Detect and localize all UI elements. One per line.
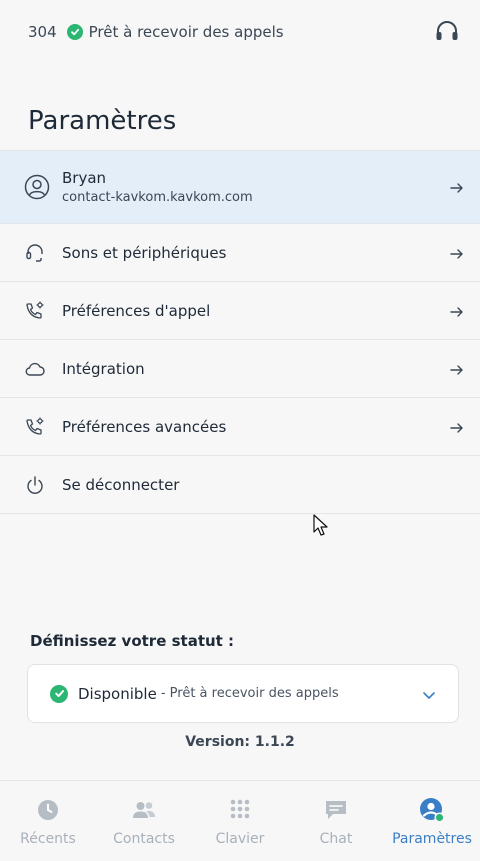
menu-item-label: Préférences avancées <box>62 417 227 436</box>
cloud-icon <box>24 358 46 380</box>
menu-item-label: Intégration <box>62 359 145 378</box>
top-bar: 304 Prêt à recevoir des appels <box>0 0 480 64</box>
keypad-icon <box>227 797 253 823</box>
page-title: Paramètres <box>28 106 177 136</box>
tab-keypad[interactable]: Clavier <box>192 781 288 861</box>
bottom-tab-bar: Récents Contacts Clavier Chat Paramètres <box>0 780 480 861</box>
power-icon <box>24 474 46 496</box>
check-circle-icon <box>50 684 68 703</box>
tab-label: Chat <box>319 831 353 847</box>
arrow-right-icon <box>450 420 464 434</box>
settings-user-icon <box>419 797 445 823</box>
status-heading: Définissez votre statut : <box>30 632 235 650</box>
tab-label: Paramètres <box>392 831 472 847</box>
menu-item-label: Préférences d'appel <box>62 301 211 320</box>
tab-label: Clavier <box>215 831 265 847</box>
profile-name: Bryan <box>62 169 107 187</box>
menu-item-call-preferences[interactable]: Préférences d'appel <box>0 282 480 340</box>
menu-item-advanced-preferences[interactable]: Préférences avancées <box>0 398 480 456</box>
user-circle-icon <box>24 174 50 200</box>
menu-item-label: Sons et périphériques <box>62 243 227 262</box>
arrow-right-icon <box>450 180 464 194</box>
arrow-right-icon <box>450 304 464 318</box>
tab-recents[interactable]: Récents <box>0 781 96 861</box>
profile-item[interactable]: Bryan contact-kavkom.kavkom.com <box>0 151 480 224</box>
tab-settings[interactable]: Paramètres <box>384 781 480 861</box>
tab-label: Contacts <box>113 831 175 847</box>
menu-item-sounds-devices[interactable]: Sons et périphériques <box>0 224 480 282</box>
contacts-icon <box>131 797 157 823</box>
menu-item-integration[interactable]: Intégration <box>0 340 480 398</box>
settings-menu: Bryan contact-kavkom.kavkom.com Sons et … <box>0 150 480 514</box>
profile-text: Bryan contact-kavkom.kavkom.com <box>62 169 253 205</box>
profile-email: contact-kavkom.kavkom.com <box>62 190 253 205</box>
check-circle-icon <box>66 24 83 40</box>
clock-icon <box>35 797 61 823</box>
status-dropdown[interactable]: Disponible - Prêt à recevoir des appels <box>27 664 459 723</box>
tab-contacts[interactable]: Contacts <box>96 781 192 861</box>
chevron-down-icon <box>422 687 436 701</box>
tab-label: Récents <box>20 831 76 847</box>
app-version: Version: 1.1.2 <box>185 734 295 750</box>
chat-icon <box>323 797 349 823</box>
status-selected-value: Disponible <box>78 684 157 703</box>
phone-settings-icon <box>24 300 46 322</box>
tab-chat[interactable]: Chat <box>288 781 384 861</box>
extension-number: 304 <box>28 23 57 41</box>
menu-item-logout[interactable]: Se déconnecter <box>0 456 480 514</box>
status-description: - Prêt à recevoir des appels <box>160 686 339 701</box>
agent-status-text: Prêt à recevoir des appels <box>88 23 284 41</box>
menu-item-label: Se déconnecter <box>62 475 180 494</box>
headset-icon <box>24 242 46 264</box>
mouse-cursor-icon <box>313 514 328 536</box>
arrow-right-icon <box>450 362 464 376</box>
phone-settings-icon <box>24 416 46 438</box>
headset-icon[interactable] <box>434 19 460 45</box>
arrow-right-icon <box>450 246 464 260</box>
